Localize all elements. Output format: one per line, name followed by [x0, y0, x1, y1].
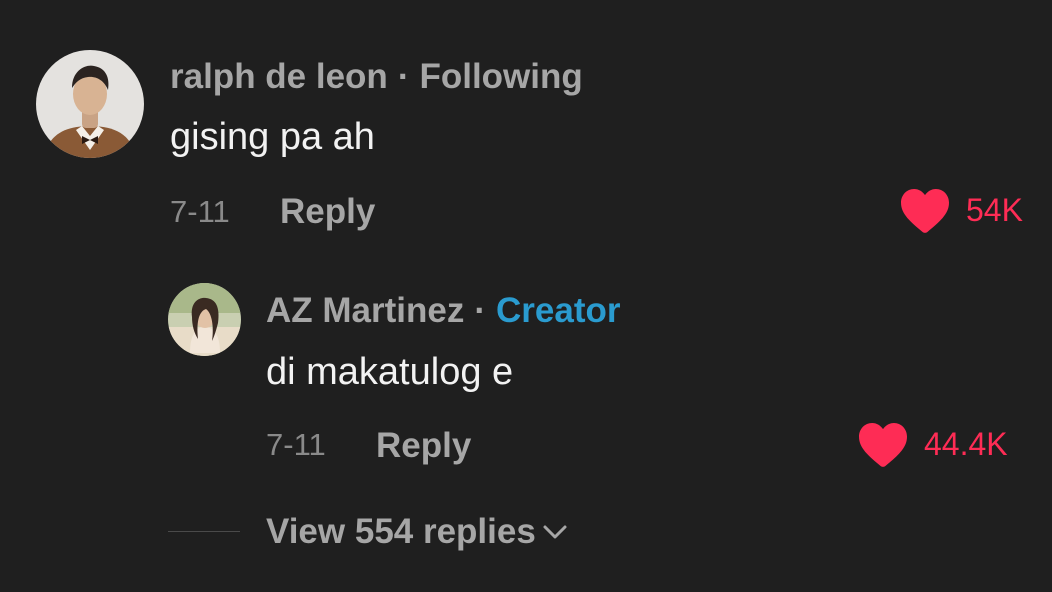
comment-author-name[interactable]: ralph de leon: [170, 57, 388, 96]
reply-date: 7-11: [266, 427, 326, 462]
heart-icon: [901, 189, 949, 233]
comment-thread: ralph de leon · Following gising pa ah 7-1…: [0, 0, 1052, 592]
reply-author-line: AZ Martinez · Creator: [266, 293, 621, 328]
view-replies-label: View 554 replies: [266, 512, 536, 551]
reply-like-count: 44.4K: [924, 426, 1008, 462]
comment-like-button[interactable]: 54K: [898, 186, 1023, 234]
separator-dot: ·: [474, 291, 487, 330]
chevron-down-icon: [543, 525, 567, 538]
reply-text: di makatulog e: [266, 351, 514, 393]
separator-dot: ·: [397, 57, 410, 96]
comment-reply-button[interactable]: Reply: [280, 194, 375, 229]
comment-author-line: ralph de leon · Following: [170, 59, 583, 94]
creator-badge: Creator: [496, 291, 621, 330]
comment-text: gising pa ah: [170, 116, 375, 158]
user-avatar-photo-icon: [36, 50, 144, 158]
comment-like-count: 54K: [966, 192, 1023, 228]
reply-like-button[interactable]: 44.4K: [856, 420, 1008, 468]
comment-author-avatar[interactable]: [36, 50, 144, 158]
view-replies-button[interactable]: View 554 replies: [266, 514, 568, 549]
reply-reply-button[interactable]: Reply: [376, 428, 471, 463]
reply-author-avatar[interactable]: [168, 283, 241, 356]
following-label: Following: [419, 57, 583, 96]
replies-divider: [168, 531, 240, 532]
reply-author-name[interactable]: AZ Martinez: [266, 291, 464, 330]
user-avatar-photo-icon: [168, 283, 241, 356]
heart-icon: [859, 423, 907, 467]
comment-date: 7-11: [170, 194, 230, 229]
